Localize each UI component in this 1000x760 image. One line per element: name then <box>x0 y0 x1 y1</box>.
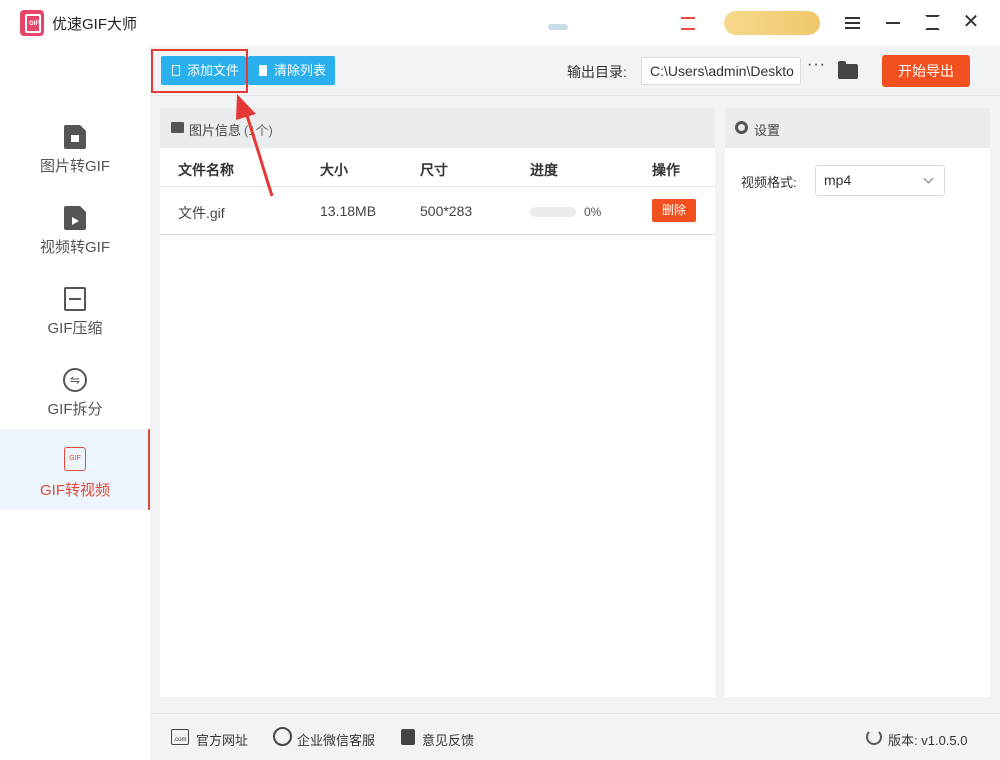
maximize-icon[interactable] <box>920 11 944 35</box>
feedback-link[interactable]: 意见反馈 <box>422 730 474 749</box>
banner-icon[interactable] <box>548 24 568 30</box>
footer: .com 官方网址 企业微信客服 意见反馈 版本: v1.0.5.0 <box>150 713 1000 760</box>
close-icon[interactable]: ✕ <box>959 11 983 35</box>
clear-list-label: 清除列表 <box>274 63 327 78</box>
gear-icon <box>735 121 748 134</box>
sidebar-item-label: GIF拆分 <box>47 401 103 418</box>
website-link[interactable]: 官方网址 <box>196 730 248 749</box>
file-dimensions: 500*283 <box>420 203 473 219</box>
file-panel-title: 图片信息 <box>189 123 242 138</box>
video-format-select[interactable]: mp4 <box>815 165 945 196</box>
file-count: (1个) <box>244 123 273 138</box>
wechat-icon <box>273 727 292 746</box>
app-title: 优速GIF大师 <box>52 16 137 33</box>
feedback-icon <box>401 729 415 745</box>
video-format-label: 视频格式: <box>741 175 797 190</box>
table-header: 文件名称 大小 尺寸 进度 操作 <box>160 148 715 187</box>
settings-title: 设置 <box>754 123 781 138</box>
start-export-button[interactable]: 开始导出 <box>882 55 970 87</box>
split-icon: ⇋ <box>63 368 87 392</box>
annotation-highlight-box <box>151 49 248 93</box>
settings-header: 设置 <box>725 108 990 148</box>
sidebar-item-gif-to-video[interactable]: GIF GIF转视频 <box>0 429 150 510</box>
sidebar-item-label: 视频转GIF <box>40 239 110 256</box>
file-panel-header: 图片信息 (1个) <box>160 108 715 148</box>
sidebar-item-label: GIF压缩 <box>47 320 103 337</box>
video-doc-icon <box>64 206 86 230</box>
file-name: 文件.gif <box>178 205 225 221</box>
sidebar-item-gif-compress[interactable]: GIF压缩 <box>0 276 150 357</box>
app-logo-icon: GIF <box>20 10 44 36</box>
progress-bar <box>530 207 576 217</box>
folder-icon[interactable] <box>838 61 858 79</box>
vip-badge[interactable] <box>724 11 820 35</box>
sidebar-item-gif-split[interactable]: ⇋ GIF拆分 <box>0 357 150 438</box>
sidebar-item-label: GIF转视频 <box>40 482 110 499</box>
col-filename: 文件名称 <box>178 162 234 178</box>
refresh-icon[interactable] <box>866 729 882 745</box>
col-progress: 进度 <box>530 162 558 178</box>
image-icon <box>171 122 184 133</box>
output-dir-input[interactable]: C:\Users\admin\Deskto <box>641 57 801 85</box>
toolbar: 添加文件 清除列表 输出目录: C:\Users\admin\Deskto ··… <box>150 46 1000 96</box>
version-label: 版本: v1.0.5.0 <box>888 733 968 748</box>
compress-icon <box>64 287 86 311</box>
promo-icon[interactable] <box>681 17 695 30</box>
progress-text: 0% <box>584 205 602 219</box>
sidebar-item-label: 图片转GIF <box>40 158 110 175</box>
col-action: 操作 <box>652 162 680 178</box>
title-bar: GIF 优速GIF大师 ✕ <box>0 0 1000 46</box>
output-dir-label: 输出目录: <box>567 64 627 80</box>
col-size: 大小 <box>320 162 348 178</box>
col-dimensions: 尺寸 <box>420 162 448 178</box>
gif-file-icon: GIF <box>64 447 86 471</box>
menu-icon[interactable] <box>840 11 864 35</box>
video-format-value: mp4 <box>824 172 852 188</box>
file-panel: 图片信息 (1个) 文件名称 大小 尺寸 进度 操作 文件.gif 13.18M… <box>160 108 715 697</box>
settings-panel: 设置 视频格式: mp4 <box>725 108 990 697</box>
chevron-down-icon <box>923 173 934 184</box>
sidebar-item-image-to-gif[interactable]: 图片转GIF <box>0 114 150 195</box>
wechat-support-link[interactable]: 企业微信客服 <box>297 730 375 749</box>
website-icon: .com <box>171 729 189 745</box>
image-doc-icon <box>64 125 86 149</box>
sidebar-item-video-to-gif[interactable]: 视频转GIF <box>0 195 150 276</box>
clear-list-button[interactable]: 清除列表 <box>248 56 335 85</box>
table-row[interactable]: 文件.gif 13.18MB 500*283 0% 删除 <box>160 187 715 235</box>
trash-icon <box>259 65 267 76</box>
sidebar: 图片转GIF 视频转GIF GIF压缩 ⇋ GIF拆分 GIF GIF转视频 <box>0 46 150 760</box>
delete-button[interactable]: 删除 <box>652 199 696 222</box>
file-size: 13.18MB <box>320 203 377 219</box>
minimize-icon[interactable] <box>881 11 905 35</box>
more-options-icon[interactable]: ··· <box>807 56 826 74</box>
